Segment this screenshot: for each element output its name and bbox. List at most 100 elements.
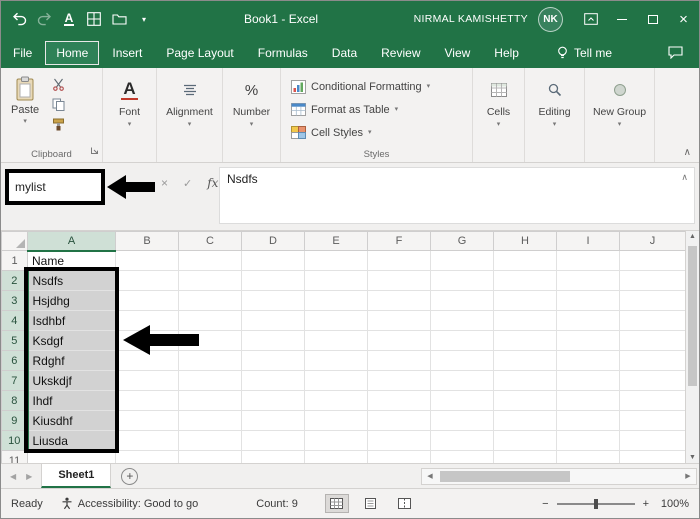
formula-input[interactable]: Nsdfs ∧ <box>219 167 695 224</box>
column-header-E[interactable]: E <box>304 231 368 251</box>
tab-file[interactable]: File <box>2 41 43 65</box>
enter-button[interactable]: ✓ <box>183 177 192 190</box>
row-header-11[interactable]: 11 <box>1 450 28 463</box>
cell-J10[interactable] <box>619 430 685 451</box>
scroll-right-icon[interactable]: ▶ <box>680 472 696 480</box>
ribbon-display-options-button[interactable] <box>575 1 606 37</box>
cell-F11[interactable] <box>367 450 431 463</box>
cell-B4[interactable] <box>115 310 179 331</box>
cell-A3[interactable]: Hsjdhg <box>27 290 116 311</box>
column-header-F[interactable]: F <box>367 231 431 251</box>
cell-F10[interactable] <box>367 430 431 451</box>
cell-C1[interactable] <box>178 250 242 271</box>
undo-button[interactable] <box>11 10 27 28</box>
prev-sheet-icon[interactable]: ◀ <box>10 472 16 481</box>
cell-I5[interactable] <box>556 330 620 351</box>
cell-G2[interactable] <box>430 270 494 291</box>
row-header-7[interactable]: 7 <box>1 370 29 391</box>
editing-group-button[interactable]: Editing ▾ <box>525 68 585 162</box>
formula-bar-toggle[interactable]: ∧ <box>681 172 688 183</box>
zoom-in-button[interactable]: + <box>643 498 649 510</box>
insert-function-button[interactable]: fx <box>207 176 218 190</box>
cell-H11[interactable] <box>493 450 557 463</box>
cell-I2[interactable] <box>556 270 620 291</box>
cell-J3[interactable] <box>619 290 685 311</box>
font-group-button[interactable]: A Font ▾ <box>103 68 157 162</box>
cell-G1[interactable] <box>430 250 494 271</box>
cell-E3[interactable] <box>304 290 368 311</box>
cell-A6[interactable]: Rdghf <box>27 350 116 371</box>
cell-J11[interactable] <box>619 450 685 463</box>
open-folder-button[interactable] <box>111 10 127 28</box>
cell-D2[interactable] <box>241 270 305 291</box>
cell-H2[interactable] <box>493 270 557 291</box>
cell-C4[interactable] <box>178 310 242 331</box>
horizontal-scroll-track[interactable] <box>438 469 680 484</box>
customize-qat-button[interactable]: ▾ <box>136 10 152 28</box>
cell-C10[interactable] <box>178 430 242 451</box>
format-as-table-button[interactable]: Format as Table ▾ <box>285 99 436 120</box>
cell-H8[interactable] <box>493 390 557 411</box>
cell-F9[interactable] <box>367 410 431 431</box>
page-layout-view-button[interactable] <box>360 495 382 512</box>
cell-E7[interactable] <box>304 370 368 391</box>
cell-H3[interactable] <box>493 290 557 311</box>
cell-C5[interactable] <box>178 330 242 351</box>
cell-B11[interactable] <box>115 450 179 463</box>
add-sheet-button[interactable]: + <box>121 467 139 485</box>
cell-I7[interactable] <box>556 370 620 391</box>
cell-B2[interactable] <box>115 270 179 291</box>
cell-C8[interactable] <box>178 390 242 411</box>
cell-H4[interactable] <box>493 310 557 331</box>
cell-C3[interactable] <box>178 290 242 311</box>
cell-J5[interactable] <box>619 330 685 351</box>
cell-B10[interactable] <box>115 430 179 451</box>
cell-D10[interactable] <box>241 430 305 451</box>
cell-G6[interactable] <box>430 350 494 371</box>
collapse-ribbon-button[interactable]: ∧ <box>684 147 691 158</box>
cell-I10[interactable] <box>556 430 620 451</box>
tab-help[interactable]: Help <box>483 41 530 65</box>
tab-view[interactable]: View <box>434 41 482 65</box>
paste-button[interactable]: Paste ▾ <box>5 74 45 146</box>
cell-A10[interactable]: Liusda <box>27 430 116 451</box>
cell-D6[interactable] <box>241 350 305 371</box>
number-group-button[interactable]: % Number ▾ <box>223 68 281 162</box>
cell-F1[interactable] <box>367 250 431 271</box>
tab-formulas[interactable]: Formulas <box>247 41 319 65</box>
row-header-1[interactable]: 1 <box>1 250 28 271</box>
row-header-4[interactable]: 4 <box>1 310 29 331</box>
cell-E6[interactable] <box>304 350 368 371</box>
cell-F2[interactable] <box>367 270 431 291</box>
cell-A5[interactable]: Ksdgf <box>27 330 116 351</box>
scroll-left-icon[interactable]: ◀ <box>422 472 438 480</box>
underline-button[interactable]: A <box>61 10 77 28</box>
cell-B6[interactable] <box>115 350 179 371</box>
cell-B3[interactable] <box>115 290 179 311</box>
cell-H1[interactable] <box>493 250 557 271</box>
vertical-scroll-thumb[interactable] <box>688 246 697 386</box>
cell-C2[interactable] <box>178 270 242 291</box>
cell-G10[interactable] <box>430 430 494 451</box>
cell-I11[interactable] <box>556 450 620 463</box>
horizontal-scrollbar[interactable]: ◀ ▶ <box>421 467 697 485</box>
row-header-6[interactable]: 6 <box>1 350 29 371</box>
cell-A2[interactable]: Nsdfs <box>27 270 116 291</box>
row-header-5[interactable]: 5 <box>1 330 29 351</box>
cell-G8[interactable] <box>430 390 494 411</box>
cell-J7[interactable] <box>619 370 685 391</box>
column-header-A[interactable]: A <box>27 231 116 252</box>
column-header-J[interactable]: J <box>619 231 685 251</box>
horizontal-scroll-thumb[interactable] <box>440 470 570 482</box>
comments-button[interactable] <box>668 46 683 59</box>
row-header-9[interactable]: 9 <box>1 410 29 431</box>
cell-G11[interactable] <box>430 450 494 463</box>
cell-A4[interactable]: Isdhbf <box>27 310 116 331</box>
tell-me-button[interactable]: Tell me <box>557 46 612 60</box>
cell-D7[interactable] <box>241 370 305 391</box>
cell-B7[interactable] <box>115 370 179 391</box>
new-group-button[interactable]: New Group ▾ <box>585 68 655 162</box>
format-painter-button[interactable] <box>49 117 67 132</box>
cell-E1[interactable] <box>304 250 368 271</box>
cell-J4[interactable] <box>619 310 685 331</box>
